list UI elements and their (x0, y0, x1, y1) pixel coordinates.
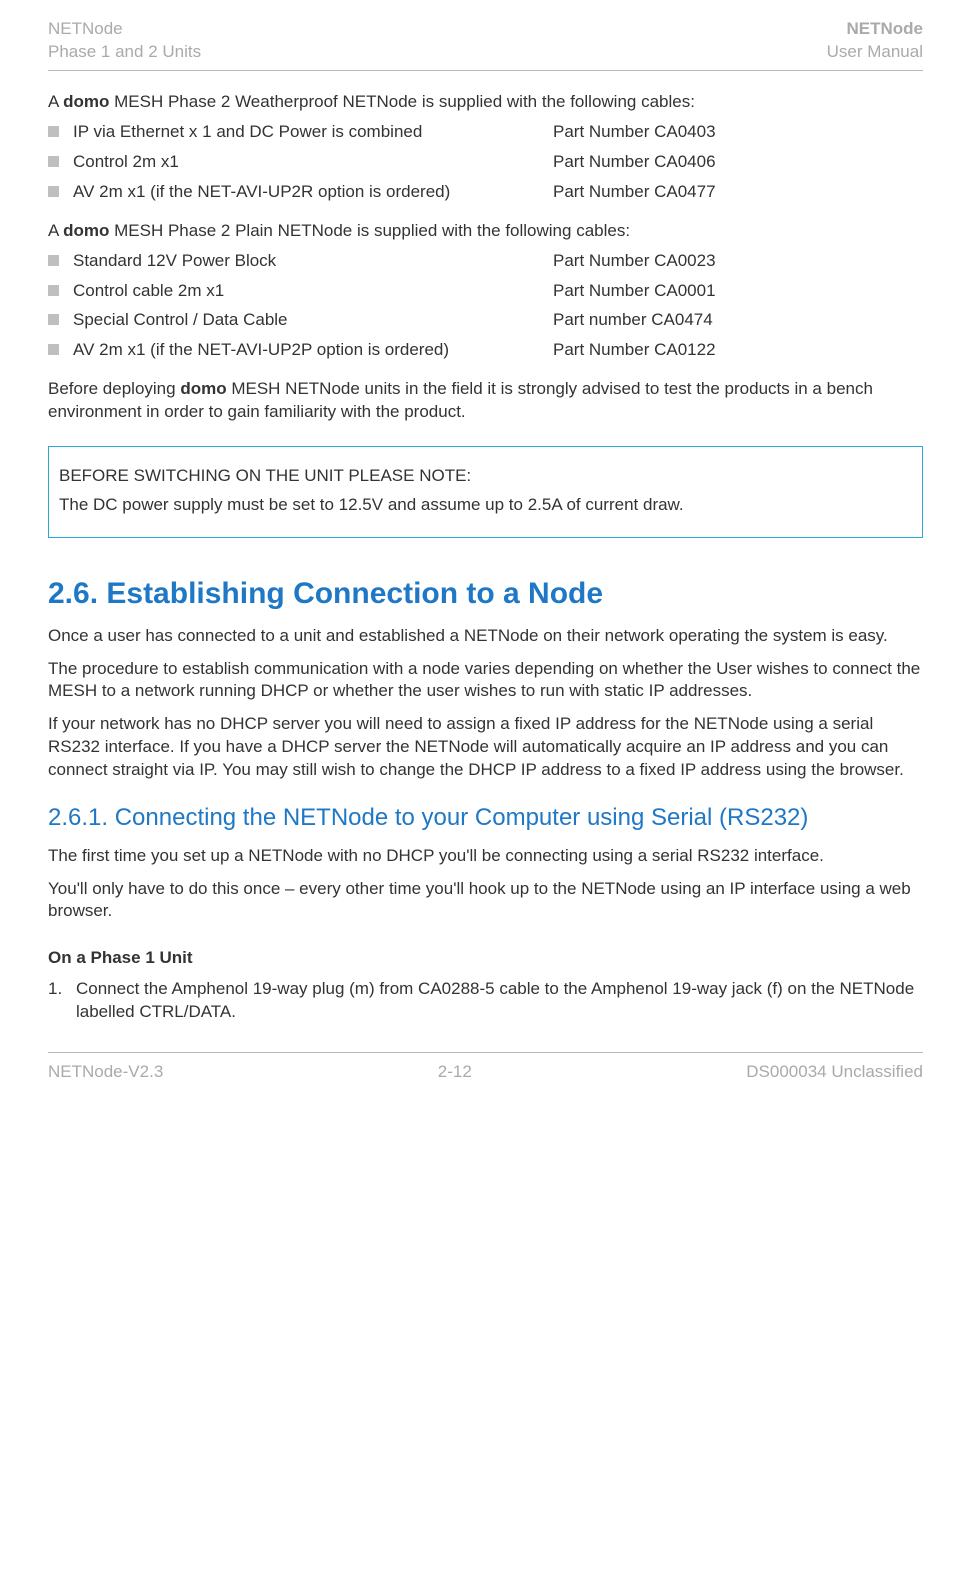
phase1-heading: On a Phase 1 Unit (48, 947, 923, 970)
section-b-list: Standard 12V Power BlockPart Number CA00… (48, 250, 923, 363)
note-line2: The DC power supply must be set to 12.5V… (59, 494, 912, 517)
header-left-line1: NETNode (48, 18, 201, 41)
section-2-6-1-title: 2.6.1. Connecting the NETNode to your Co… (48, 802, 923, 834)
page-header: NETNode Phase 1 and 2 Units NETNode User… (48, 18, 923, 64)
section-2-6-1-p1: The first time you set up a NETNode with… (48, 845, 923, 868)
section-b-intro: A domo MESH Phase 2 Plain NETNode is sup… (48, 220, 923, 243)
square-bullet-icon (48, 285, 59, 296)
square-bullet-icon (48, 255, 59, 266)
list-item: Standard 12V Power BlockPart Number CA00… (48, 250, 923, 273)
list-item: AV 2m x1 (if the NET-AVI-UP2R option is … (48, 181, 923, 204)
phase1-steps: 1. Connect the Amphenol 19-way plug (m) … (48, 978, 923, 1024)
section-2-6-p3: If your network has no DHCP server you w… (48, 713, 923, 782)
page-footer: NETNode-V2.3 2-12 DS000034 Unclassified (48, 1061, 923, 1084)
header-left: NETNode Phase 1 and 2 Units (48, 18, 201, 64)
list-item: AV 2m x1 (if the NET-AVI-UP2P option is … (48, 339, 923, 362)
section-2-6-title: 2.6. Establishing Connection to a Node (48, 574, 923, 615)
section-2-6-1-p2: You'll only have to do this once – every… (48, 878, 923, 924)
note-box: BEFORE SWITCHING ON THE UNIT PLEASE NOTE… (48, 446, 923, 538)
step-number: 1. (48, 978, 76, 1024)
list-item: Special Control / Data CablePart number … (48, 309, 923, 332)
section-a-list: IP via Ethernet x 1 and DC Power is comb… (48, 121, 923, 204)
section-2-6-p1: Once a user has connected to a unit and … (48, 625, 923, 648)
footer-right: DS000034 Unclassified (746, 1061, 923, 1084)
list-item: Control 2m x1Part Number CA0406 (48, 151, 923, 174)
header-rule (48, 70, 923, 71)
list-item: IP via Ethernet x 1 and DC Power is comb… (48, 121, 923, 144)
square-bullet-icon (48, 314, 59, 325)
header-right: NETNode User Manual (827, 18, 923, 64)
square-bullet-icon (48, 156, 59, 167)
list-item: Control cable 2m x1Part Number CA0001 (48, 280, 923, 303)
note-line1: BEFORE SWITCHING ON THE UNIT PLEASE NOTE… (59, 465, 912, 488)
square-bullet-icon (48, 186, 59, 197)
header-right-line2: User Manual (827, 41, 923, 64)
deployment-advice: Before deploying domo MESH NETNode units… (48, 378, 923, 424)
section-2-6-p2: The procedure to establish communication… (48, 658, 923, 704)
list-item: 1. Connect the Amphenol 19-way plug (m) … (48, 978, 923, 1024)
square-bullet-icon (48, 344, 59, 355)
header-left-line2: Phase 1 and 2 Units (48, 41, 201, 64)
footer-left: NETNode-V2.3 (48, 1061, 163, 1084)
footer-center: 2-12 (438, 1061, 472, 1084)
step-text: Connect the Amphenol 19-way plug (m) fro… (76, 978, 923, 1024)
square-bullet-icon (48, 126, 59, 137)
header-right-line1: NETNode (827, 18, 923, 41)
footer-rule (48, 1052, 923, 1053)
section-a-intro: A domo MESH Phase 2 Weatherproof NETNode… (48, 91, 923, 114)
